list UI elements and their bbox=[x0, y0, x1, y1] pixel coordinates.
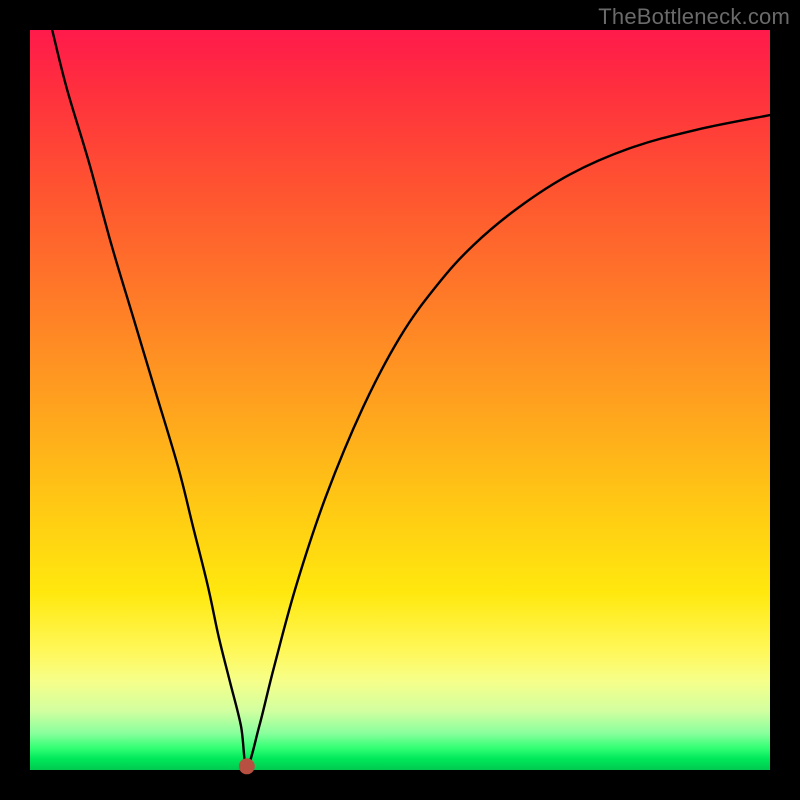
chart-overlay bbox=[30, 30, 770, 770]
marker-dot bbox=[239, 758, 255, 774]
watermark-text: TheBottleneck.com bbox=[598, 4, 790, 30]
bottleneck-curve bbox=[52, 30, 770, 766]
chart-frame: TheBottleneck.com bbox=[0, 0, 800, 800]
